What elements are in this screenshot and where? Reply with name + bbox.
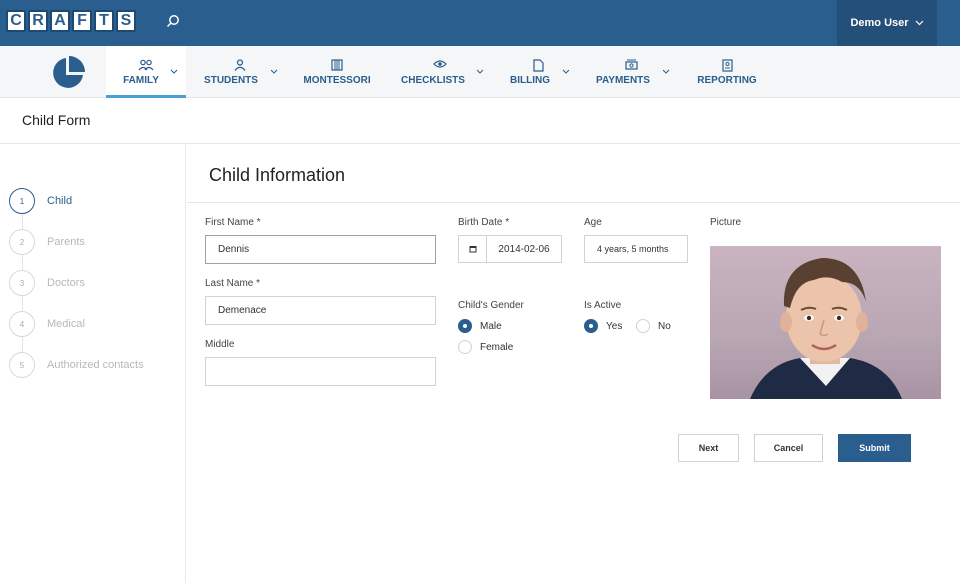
- logo-letter: R: [28, 10, 48, 32]
- nav-montessori[interactable]: MONTESSORI: [294, 46, 380, 98]
- nav-reporting[interactable]: REPORTING: [690, 46, 764, 98]
- radio-selected-icon: [458, 319, 472, 333]
- birth-date-value: 2014-02-06: [498, 243, 550, 255]
- logo-letter: A: [50, 10, 70, 32]
- first-name-label: First Name *: [205, 217, 261, 228]
- nav-label: CHECKLISTS: [401, 74, 465, 86]
- step-doctors[interactable]: 3 Doctors: [9, 270, 85, 296]
- logo-letter: T: [94, 10, 114, 32]
- student-icon: [234, 58, 246, 73]
- nav-label: BILLING: [510, 74, 550, 86]
- logo-letter: S: [116, 10, 136, 32]
- radio-unselected-icon: [636, 319, 650, 333]
- step-medical[interactable]: 4 Medical: [9, 311, 85, 337]
- step-label: Parents: [47, 236, 85, 248]
- logo-letter: F: [72, 10, 92, 32]
- picture-label: Picture: [710, 217, 742, 228]
- cancel-button[interactable]: Cancel: [754, 434, 823, 462]
- chevron-down-icon: [270, 66, 278, 77]
- form-steps: 1 Child 2 Parents 3 Doctors 4 Medical 5 …: [0, 144, 186, 583]
- page-header: Child Form: [0, 98, 960, 144]
- gender-male-label: Male: [480, 320, 502, 332]
- age-field: 4 years, 5 months: [584, 235, 688, 263]
- middle-name-label: Middle: [205, 339, 235, 350]
- gender-female-radio[interactable]: Female: [458, 340, 513, 354]
- step-label: Authorized contacts: [47, 359, 144, 371]
- nav-students[interactable]: STUDENTS: [196, 46, 284, 98]
- step-label: Medical: [47, 318, 85, 330]
- child-photo[interactable]: [710, 246, 941, 399]
- middle-name-input[interactable]: [205, 357, 436, 386]
- page-title: Child Form: [22, 112, 91, 128]
- search-icon[interactable]: [166, 14, 180, 33]
- step-parents[interactable]: 2 Parents: [9, 229, 85, 255]
- eye-icon: [433, 59, 447, 73]
- step-number: 5: [9, 352, 35, 378]
- chevron-down-icon: [662, 66, 670, 77]
- step-label: Child: [47, 195, 73, 207]
- step-number: 2: [9, 229, 35, 255]
- submit-button[interactable]: Submit: [838, 434, 911, 462]
- last-name-label: Last Name *: [205, 278, 261, 289]
- calendar-icon[interactable]: [459, 236, 487, 262]
- next-button[interactable]: Next: [678, 434, 739, 462]
- step-label: Doctors: [47, 277, 85, 289]
- crafts-logo[interactable]: C R A F T S: [6, 10, 136, 32]
- active-no-radio[interactable]: No: [636, 319, 671, 333]
- report-icon: [721, 58, 733, 73]
- active-no-label: No: [658, 320, 671, 332]
- chevron-down-icon: [476, 66, 484, 77]
- step-authorized-contacts[interactable]: 5 Authorized contacts: [9, 352, 144, 378]
- gender-label: Child's Gender: [458, 300, 524, 311]
- is-active-label: Is Active: [584, 300, 622, 311]
- chevron-down-icon: [170, 66, 178, 77]
- dashboard-pie-icon[interactable]: [49, 54, 87, 97]
- nav-family[interactable]: FAMILY: [106, 46, 186, 98]
- family-icon: [138, 59, 154, 73]
- chevron-down-icon: [915, 17, 924, 29]
- montessori-icon: [331, 58, 343, 73]
- first-name-input[interactable]: Dennis: [205, 235, 436, 264]
- active-yes-label: Yes: [606, 320, 623, 332]
- radio-selected-icon: [584, 319, 598, 333]
- nav-label: STUDENTS: [204, 74, 258, 86]
- nav-checklists[interactable]: CHECKLISTS: [390, 46, 490, 98]
- nav-billing[interactable]: BILLING: [500, 46, 576, 98]
- nav-label: MONTESSORI: [303, 74, 371, 86]
- document-icon: [532, 58, 544, 73]
- birth-date-label: Birth Date *: [458, 217, 510, 228]
- step-child[interactable]: 1 Child: [9, 188, 72, 214]
- user-name: Demo User: [850, 17, 909, 29]
- nav-label: PAYMENTS: [596, 74, 650, 86]
- logo-letter: C: [6, 10, 26, 32]
- top-bar: C R A F T S Demo User: [0, 0, 960, 46]
- section-divider: [187, 202, 960, 203]
- cash-icon: [624, 59, 638, 73]
- nav-label: REPORTING: [697, 74, 757, 86]
- gender-female-label: Female: [480, 341, 514, 353]
- step-number: 3: [9, 270, 35, 296]
- gender-male-radio[interactable]: Male: [458, 319, 502, 333]
- main-nav: FAMILY STUDENTS MONTESSORI CHECKLISTS BI…: [0, 46, 960, 98]
- nav-payments[interactable]: PAYMENTS: [586, 46, 676, 98]
- step-number: 4: [9, 311, 35, 337]
- section-title: Child Information: [209, 165, 346, 185]
- age-label: Age: [584, 217, 602, 228]
- last-name-input[interactable]: Demenace: [205, 296, 436, 325]
- active-yes-radio[interactable]: Yes: [584, 319, 622, 333]
- nav-label: FAMILY: [123, 74, 159, 86]
- chevron-down-icon: [562, 66, 570, 77]
- birth-date-input[interactable]: 2014-02-06: [458, 235, 562, 263]
- user-menu[interactable]: Demo User: [837, 0, 937, 46]
- step-number: 1: [9, 188, 35, 214]
- radio-unselected-icon: [458, 340, 472, 354]
